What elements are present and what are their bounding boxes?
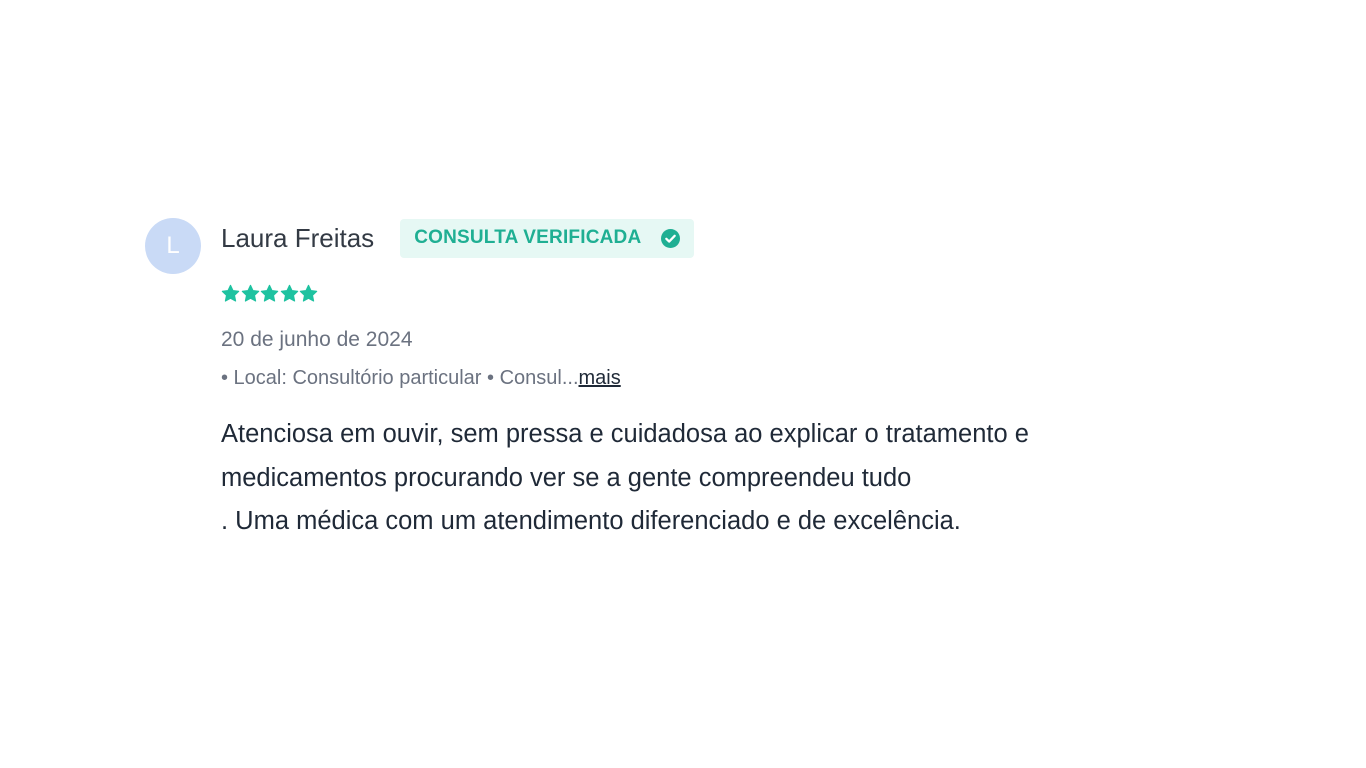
star-rating (221, 284, 1141, 304)
avatar: L (145, 218, 201, 274)
review-content: Laura Freitas CONSULTA VERIFICADA 20 de … (221, 218, 1141, 544)
review-body-line: medicamentos procurando ver se a gente c… (221, 463, 912, 492)
author-name: Laura Freitas (221, 222, 375, 253)
review-body-line: . Uma médica com um atendimento diferenc… (221, 507, 961, 535)
verified-badge-label: CONSULTA VERIFICADA (414, 227, 642, 248)
review-date: 20 de junho de 2024 (221, 328, 413, 351)
review-body-line: Atenciosa em ouvir, sem pressa e cuidado… (221, 420, 1029, 448)
star-icon (241, 284, 259, 302)
meta-text: • Local: Consultório particular • Consul… (221, 367, 579, 389)
review-body: Atenciosa em ouvir, sem pressa e cuidado… (221, 413, 1141, 544)
more-link[interactable]: mais (579, 367, 621, 389)
star-icon (221, 284, 240, 302)
check-circle-icon (661, 228, 681, 248)
star-icon (280, 284, 298, 302)
star-icon (299, 284, 318, 302)
review-header: Laura Freitas CONSULTA VERIFICADA (221, 216, 1141, 260)
verified-badge: CONSULTA VERIFICADA (400, 218, 695, 258)
star-icon (260, 284, 279, 302)
review-meta: • Local: Consultório particular • Consul… (221, 367, 1141, 390)
